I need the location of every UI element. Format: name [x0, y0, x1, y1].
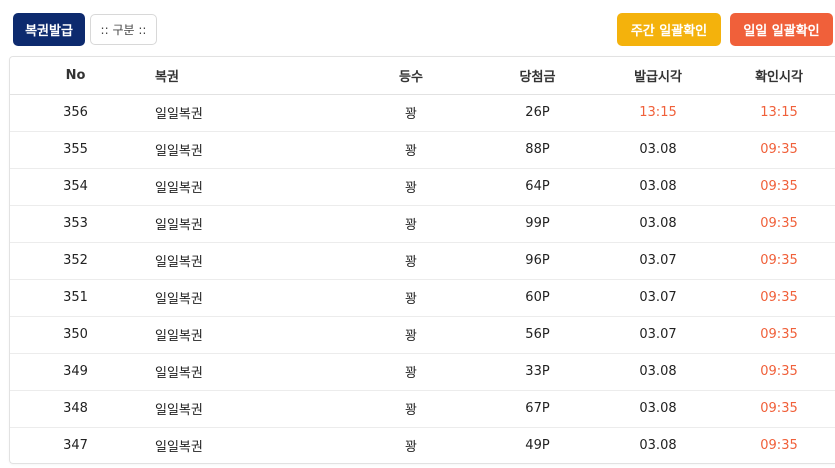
table-row: 350 일일복권 꽝 56P 03.07 09:35: [10, 316, 835, 353]
table-row: 352 일일복권 꽝 96P 03.07 09:35: [10, 242, 835, 279]
cell-check-time: 09:35: [760, 253, 798, 268]
cell-check-time: 09:35: [760, 364, 798, 379]
header-grade: 등수: [341, 57, 481, 95]
table-header-row: No 복권 등수 당첨금 발급시각 확인시각: [10, 57, 835, 95]
cell-issue-time: 03.08: [639, 438, 677, 454]
cell-no: 348: [63, 401, 88, 416]
cell-prize: 67P: [525, 401, 550, 416]
header-prize: 당첨금: [481, 57, 594, 95]
table-row: 349 일일복권 꽝 33P 03.08 09:35: [10, 353, 835, 390]
cell-check-time: 09:35: [760, 142, 798, 157]
cell-no: 349: [63, 364, 88, 379]
lottery-table: No 복권 등수 당첨금 발급시각 확인시각 356 일일복권 꽝 26P 13:15 1…: [10, 57, 835, 463]
table-header: No 복권 등수 당첨금 발급시각 확인시각: [10, 57, 835, 95]
cell-check-time: 09:35: [760, 401, 798, 416]
category-select[interactable]: :: 구분 ::: [90, 14, 157, 45]
cell-grade: 꽝: [405, 292, 417, 307]
table-row: 353 일일복권 꽝 99P 03.08 09:35: [10, 205, 835, 242]
cell-issue-time: 03.08: [639, 179, 677, 194]
toolbar: 복권발급 :: 구분 :: 주간 일괄확인 일일 일괄확인: [0, 0, 835, 56]
cell-lottery-name: 일일복권: [155, 292, 203, 307]
cell-grade: 꽝: [405, 107, 417, 122]
cell-lottery-name: 일일복권: [155, 366, 203, 381]
daily-batch-check-button[interactable]: 일일 일괄확인: [730, 13, 833, 46]
cell-no: 347: [63, 438, 88, 454]
cell-issue-time: 03.08: [639, 364, 677, 379]
cell-no: 355: [63, 142, 88, 157]
cell-grade: 꽝: [405, 181, 417, 196]
cell-grade: 꽝: [405, 144, 417, 159]
cell-lottery-name: 일일복권: [155, 440, 203, 456]
table-row: 347 일일복권 꽝 49P 03.08 09:35: [10, 427, 835, 463]
cell-check-time: 09:35: [760, 438, 798, 454]
cell-prize: 64P: [525, 179, 550, 194]
cell-lottery-name: 일일복권: [155, 218, 203, 233]
lottery-table-container: No 복권 등수 당첨금 발급시각 확인시각 356 일일복권 꽝 26P 13:15 1…: [9, 56, 835, 464]
cell-lottery-name: 일일복권: [155, 181, 203, 196]
cell-issue-time: 03.07: [639, 253, 677, 268]
issue-lottery-button[interactable]: 복권발급: [13, 13, 85, 46]
table-body: 356 일일복권 꽝 26P 13:15 13:15 355 일일복권 꽝 88P 03.08 09:…: [10, 94, 835, 463]
cell-prize: 88P: [525, 142, 550, 157]
cell-grade: 꽝: [405, 218, 417, 233]
cell-grade: 꽝: [405, 329, 417, 344]
cell-issue-time: 13:15: [639, 105, 677, 120]
cell-issue-time: 03.07: [639, 327, 677, 342]
table-row: 354 일일복권 꽝 64P 03.08 09:35: [10, 168, 835, 205]
cell-no: 354: [63, 179, 88, 194]
header-issue-time: 발급시각: [594, 57, 722, 95]
cell-grade: 꽝: [405, 403, 417, 418]
cell-lottery-name: 일일복권: [155, 403, 203, 418]
cell-no: 353: [63, 216, 88, 231]
cell-prize: 56P: [525, 327, 550, 342]
cell-no: 352: [63, 253, 88, 268]
cell-check-time: 13:15: [760, 105, 798, 120]
weekly-batch-check-button[interactable]: 주간 일괄확인: [617, 13, 721, 46]
table-row: 351 일일복권 꽝 60P 03.07 09:35: [10, 279, 835, 316]
cell-issue-time: 03.08: [639, 142, 677, 157]
cell-no: 351: [63, 290, 88, 305]
cell-prize: 99P: [525, 216, 550, 231]
cell-lottery-name: 일일복권: [155, 255, 203, 270]
cell-grade: 꽝: [405, 255, 417, 270]
header-lottery: 복권: [141, 57, 341, 95]
cell-prize: 33P: [525, 364, 550, 379]
cell-grade: 꽝: [405, 440, 417, 456]
cell-lottery-name: 일일복권: [155, 107, 203, 122]
cell-issue-time: 03.08: [639, 401, 677, 416]
cell-grade: 꽝: [405, 366, 417, 381]
cell-issue-time: 03.08: [639, 216, 677, 231]
cell-prize: 26P: [525, 105, 550, 120]
cell-no: 350: [63, 327, 88, 342]
table-row: 348 일일복권 꽝 67P 03.08 09:35: [10, 390, 835, 427]
table-row: 355 일일복권 꽝 88P 03.08 09:35: [10, 131, 835, 168]
cell-check-time: 09:35: [760, 179, 798, 194]
cell-prize: 60P: [525, 290, 550, 305]
cell-check-time: 09:35: [760, 290, 798, 305]
cell-no: 356: [63, 105, 88, 120]
cell-lottery-name: 일일복권: [155, 329, 203, 344]
cell-lottery-name: 일일복권: [155, 144, 203, 159]
cell-check-time: 09:35: [760, 216, 798, 231]
header-check-time: 확인시각: [722, 57, 835, 95]
cell-check-time: 09:35: [760, 327, 798, 342]
cell-prize: 49P: [525, 438, 550, 454]
table-row: 356 일일복권 꽝 26P 13:15 13:15: [10, 94, 835, 131]
cell-issue-time: 03.07: [639, 290, 677, 305]
cell-prize: 96P: [525, 253, 550, 268]
header-no: No: [10, 57, 141, 95]
